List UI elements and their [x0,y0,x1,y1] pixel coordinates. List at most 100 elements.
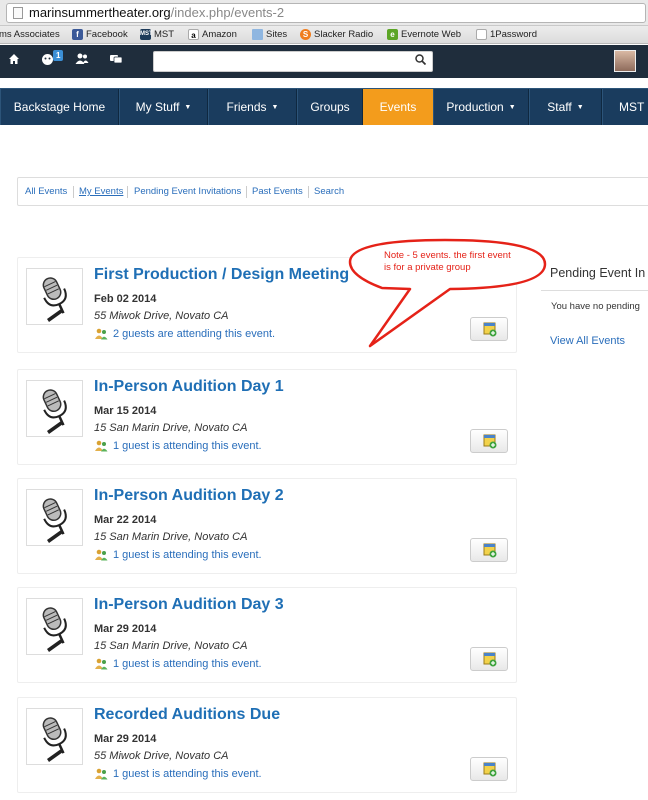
event-guests-link[interactable]: 1 guest is attending this event. [94,440,262,452]
event-card: In-Person Audition Day 1 Mar 15 2014 15 … [17,369,517,465]
nav-staff[interactable]: Staff ▼ [529,89,602,125]
subnav-pending-invitations[interactable]: Pending Event Invitations [134,186,241,197]
event-thumbnail[interactable] [26,268,83,325]
event-date: Mar 29 2014 [94,623,157,635]
folder-icon [252,29,263,40]
nav-label: MST H [619,100,648,114]
bookmark-label: Slacker Radio [314,29,374,40]
event-guests-link[interactable]: 1 guest is attending this event. [94,549,262,561]
guests-icon [94,549,109,561]
add-event-button[interactable] [470,647,508,671]
event-title[interactable]: In-Person Audition Day 2 [94,487,284,505]
event-thumbnail[interactable] [26,489,83,546]
caret-down-icon: ▼ [184,103,192,111]
nav-events[interactable]: Events [363,89,433,125]
bookmark-sites[interactable]: Sites [252,29,287,40]
home-icon[interactable] [8,53,20,68]
calendar-add-icon [483,652,497,667]
event-thumbnail[interactable] [26,598,83,655]
event-date: Feb 02 2014 [94,293,157,305]
event-title[interactable]: Recorded Auditions Due [94,706,280,724]
nav-production[interactable]: Production ▼ [433,89,529,125]
event-location: 15 San Marin Drive, Novato CA [94,640,248,652]
annotation-text: Note - 5 events. the first event is for … [384,250,511,273]
event-guests-link[interactable]: 1 guest is attending this event. [94,658,262,670]
nav-label: Staff [547,100,572,114]
event-guests-text: 1 guest is attending this event. [113,658,262,670]
event-card: In-Person Audition Day 3 Mar 29 2014 15 … [17,587,517,683]
event-location: 15 San Marin Drive, Novato CA [94,422,248,434]
event-location: 55 Miwok Drive, Novato CA [94,750,229,762]
subnav-search[interactable]: Search [314,186,344,197]
view-all-events-link[interactable]: View All Events [550,335,625,347]
bookmark-label: Sites [266,29,288,40]
main-navigation: Backstage Home My Stuff ▼ Friends ▼ Groups… [0,88,648,125]
facebook-icon: f [72,29,83,40]
calendar-add-icon [483,762,497,777]
caret-down-icon: ▼ [508,103,516,111]
event-thumbnail[interactable] [26,708,83,765]
bookmark-slacker[interactable]: S Slacker Radio [300,29,373,40]
subnav-divider [308,186,309,198]
page-icon [13,7,23,19]
subnav-divider [246,186,247,198]
event-guests-link[interactable]: 2 guests are attending this event. [94,328,275,340]
event-card: In-Person Audition Day 2 Mar 22 2014 15 … [17,478,517,574]
caret-down-icon: ▼ [271,103,279,111]
messages-icon[interactable] [110,53,123,68]
event-guests-text: 2 guests are attending this event. [113,328,276,340]
event-guests-text: 1 guest is attending this event. [113,768,262,780]
mst-icon: MST [140,29,153,40]
event-guests-link[interactable]: 1 guest is attending this event. [94,768,262,780]
bookmark-label: Evernote Web [401,29,462,40]
friends-icon[interactable] [75,53,89,68]
caret-down-icon: ▼ [576,103,584,111]
bookmark-amazon[interactable]: a Amazon [188,29,237,40]
nav-my-stuff[interactable]: My Stuff ▼ [119,89,208,125]
event-date: Mar 22 2014 [94,514,157,526]
amazon-icon: a [188,29,199,40]
bookmark-label: MST [154,29,175,40]
subnav-past-events[interactable]: Past Events [252,186,303,197]
bookmark-1password[interactable]: 1Password [476,29,537,40]
add-event-button[interactable] [470,538,508,562]
event-title[interactable]: In-Person Audition Day 1 [94,378,284,396]
nav-groups[interactable]: Groups [297,89,363,125]
url-path: /index.php/events-2 [170,5,285,20]
subnav-my-events[interactable]: My Events [79,186,123,197]
subnav-divider [73,186,74,198]
event-date: Mar 29 2014 [94,733,157,745]
calendar-add-icon [483,543,497,558]
microphone-icon [42,498,67,543]
search-input[interactable] [153,51,433,72]
search-icon[interactable] [415,54,427,68]
url-field[interactable]: marinsummertheater.org/index.php/events-… [6,3,646,23]
nav-label: Backstage Home [13,100,106,114]
url-host: marinsummertheater.org [29,5,171,20]
user-avatar[interactable] [614,50,636,72]
add-event-button[interactable] [470,757,508,781]
bookmark-evernote[interactable]: e Evernote Web [387,29,461,40]
top-toolbar: 1 [0,45,648,78]
microphone-icon [42,389,67,434]
guests-icon [94,328,109,340]
event-title[interactable]: First Production / Design Meeting [94,266,349,284]
nav-backstage-home[interactable]: Backstage Home [0,89,119,125]
bookmark-label: 1Password [490,29,537,40]
pending-panel-empty: You have no pending [551,301,640,312]
add-event-button[interactable] [470,429,508,453]
bookmark-facebook[interactable]: f Facebook [72,29,128,40]
bookmark-mst[interactable]: MST MST [140,29,174,40]
event-title[interactable]: In-Person Audition Day 3 [94,596,284,614]
bookmark-associates[interactable]: ms Associates [0,29,60,40]
bookmark-label: ms Associates [0,29,60,40]
subnav-all-events[interactable]: All Events [25,186,67,197]
event-date: Mar 15 2014 [94,405,157,417]
nav-friends[interactable]: Friends ▼ [208,89,297,125]
microphone-icon [42,277,67,322]
nav-mst-h[interactable]: MST H [602,89,648,125]
event-thumbnail[interactable] [26,380,83,437]
microphone-icon [42,717,67,762]
nav-label: Groups [310,100,350,114]
notification-count-badge: 1 [53,50,64,61]
